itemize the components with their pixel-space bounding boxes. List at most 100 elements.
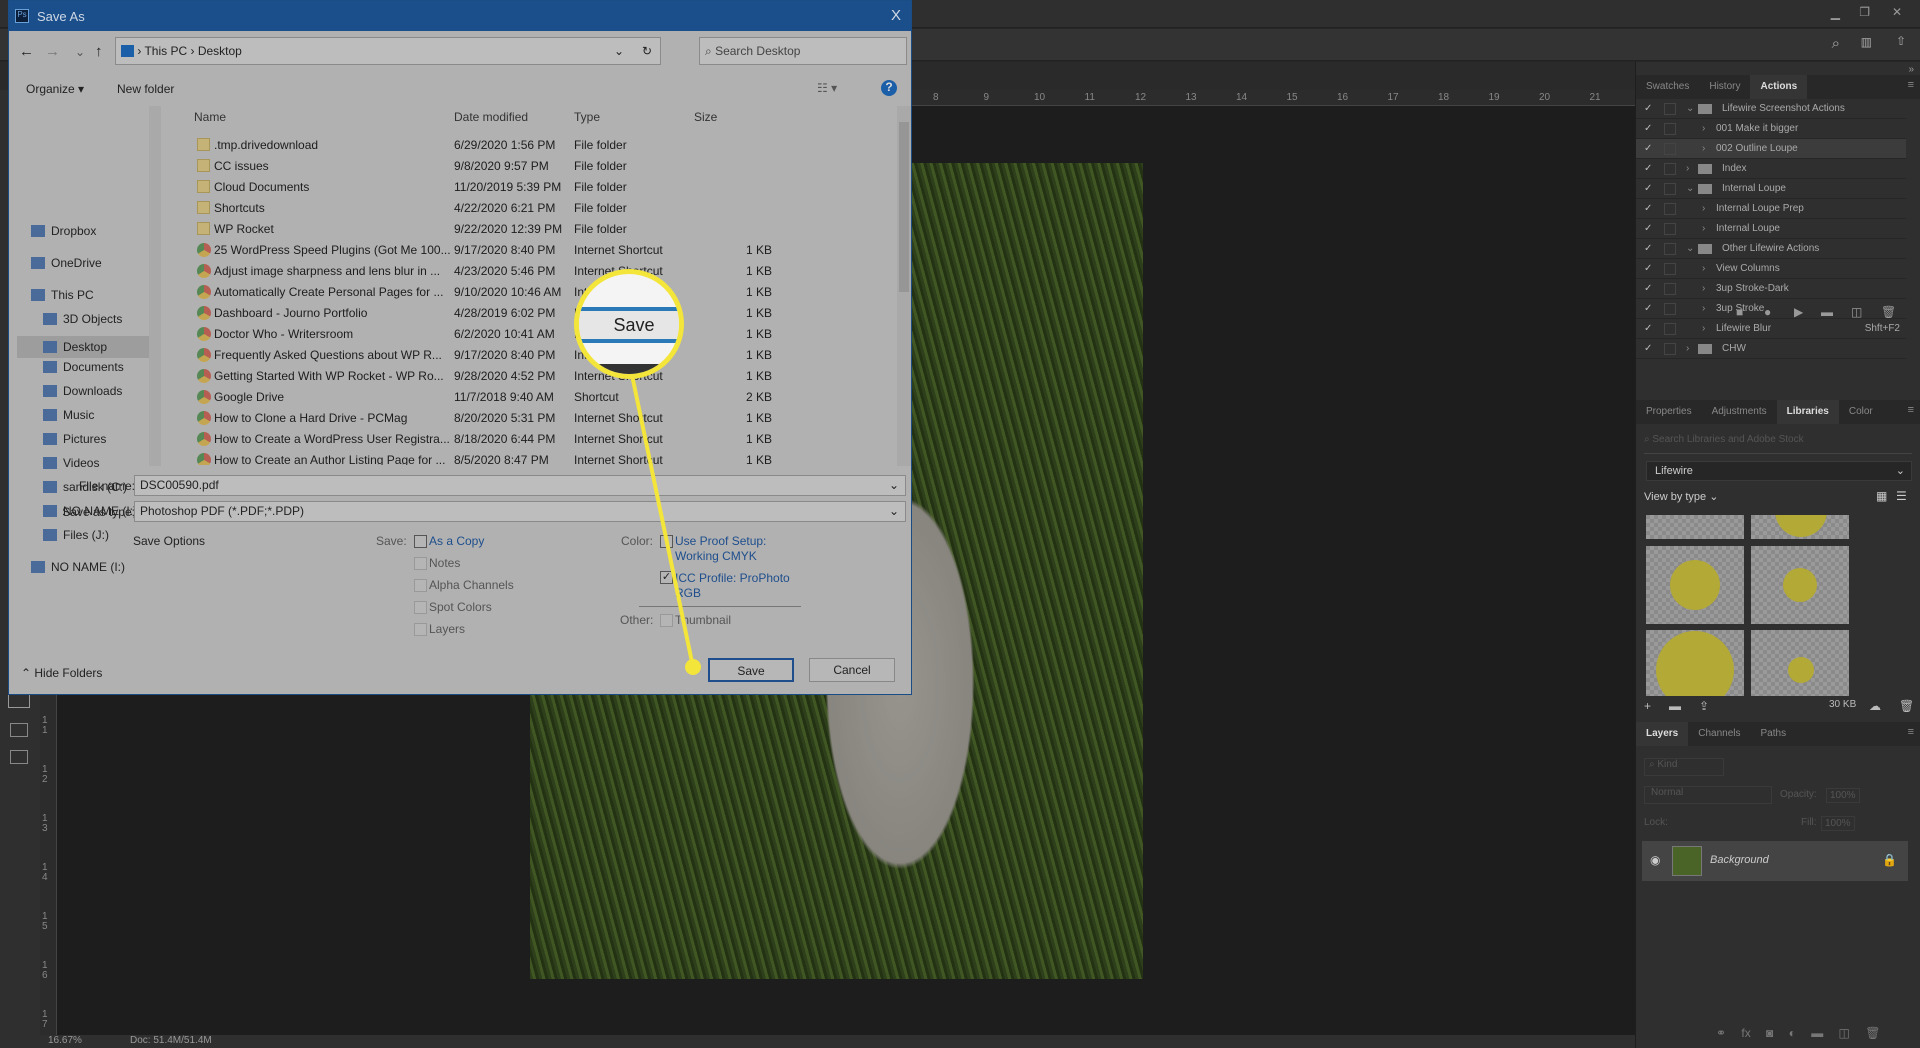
dialog-toggle[interactable] bbox=[1664, 143, 1676, 155]
collapse-panels-icon[interactable]: » bbox=[1908, 64, 1914, 75]
file-row[interactable]: Doctor Who - Writersroom 6/2/2020 10:41 A… bbox=[184, 324, 894, 345]
action-item[interactable]: ✓ › Internal Loupe bbox=[1636, 219, 1906, 239]
library-thumb[interactable] bbox=[1751, 546, 1849, 624]
tab-channels[interactable]: Channels bbox=[1688, 722, 1750, 746]
file-row[interactable]: How to Create an Author Listing Page for… bbox=[184, 450, 894, 465]
folder-icon[interactable]: ▬ bbox=[1669, 699, 1681, 713]
file-row[interactable]: 25 WordPress Speed Plugins (Got Me 100..… bbox=[184, 240, 894, 261]
library-thumb[interactable] bbox=[1751, 515, 1849, 539]
grid-view-icon[interactable]: ▦ bbox=[1876, 489, 1887, 503]
tab-history[interactable]: History bbox=[1699, 75, 1750, 99]
nav-item-files-j-[interactable]: Files (J:) bbox=[43, 528, 109, 542]
hide-folders-button[interactable]: ⌃ Hide Folders bbox=[21, 666, 102, 680]
file-row[interactable]: Google Drive 11/7/2018 9:40 AM Shortcut 2 K… bbox=[184, 387, 894, 408]
tab-color[interactable]: Color bbox=[1839, 400, 1883, 424]
delete-icon[interactable]: 🗑 bbox=[1899, 699, 1914, 713]
file-name-input[interactable]: DSC00590.pdf ⌄ bbox=[134, 475, 906, 496]
file-row[interactable]: Cloud Documents 11/20/2019 5:39 PM File fo… bbox=[184, 177, 894, 198]
file-row[interactable]: CC issues 9/8/2020 9:57 PM File folder bbox=[184, 156, 894, 177]
chevron-right-icon[interactable]: › bbox=[1702, 219, 1705, 239]
record-icon[interactable]: ● bbox=[1764, 305, 1771, 319]
file-row[interactable]: Getting Started With WP Rocket - WP Ro..… bbox=[184, 366, 894, 387]
add-icon[interactable]: + bbox=[1644, 699, 1651, 713]
nav-item-no-name-i-[interactable]: NO NAME (I:) bbox=[31, 560, 125, 574]
upload-icon[interactable]: ⇪ bbox=[1699, 699, 1709, 713]
save-option-checkbox-alpha-channels[interactable] bbox=[414, 579, 427, 592]
layers-footer-icons[interactable]: ⚭ fx ◙ ◐ ▬ ◫ 🗑 bbox=[1716, 1026, 1880, 1040]
tab-actions[interactable]: Actions bbox=[1750, 75, 1808, 99]
new-action-icon[interactable]: ◫ bbox=[1851, 305, 1862, 319]
share-icon[interactable]: ⇧ bbox=[1896, 34, 1906, 48]
icc-profile-checkbox[interactable]: ✓ bbox=[660, 571, 673, 584]
chevron-right-icon[interactable]: › bbox=[1702, 199, 1705, 219]
scrollbar-thumb[interactable] bbox=[899, 122, 909, 292]
close-app-icon[interactable]: ✕ bbox=[1892, 5, 1902, 19]
dialog-toggle[interactable] bbox=[1664, 223, 1676, 235]
zoom-level[interactable]: 16.67% bbox=[48, 1035, 82, 1046]
chevron-down-icon[interactable]: ⌄ bbox=[1686, 239, 1694, 259]
file-row[interactable]: Automatically Create Personal Pages for … bbox=[184, 282, 894, 303]
restore-icon[interactable]: ❐ bbox=[1859, 5, 1870, 19]
file-row[interactable]: Dashboard - Journo Portfolio 4/28/2019 6:… bbox=[184, 303, 894, 324]
checkmark-icon[interactable]: ✓ bbox=[1644, 239, 1652, 259]
tab-adjustments[interactable]: Adjustments bbox=[1702, 400, 1777, 424]
checkmark-icon[interactable]: ✓ bbox=[1644, 259, 1652, 279]
save-option-checkbox-layers[interactable] bbox=[414, 623, 427, 636]
dialog-toggle[interactable] bbox=[1664, 243, 1676, 255]
layer-kind-filter[interactable]: ⌕ Kind bbox=[1644, 758, 1724, 776]
stop-icon[interactable]: ■ bbox=[1736, 305, 1743, 319]
file-row[interactable]: How to Clone a Hard Drive - PCMag 8/20/20… bbox=[184, 408, 894, 429]
tab-swatches[interactable]: Swatches bbox=[1636, 75, 1699, 99]
action-set[interactable]: ✓ › CHW bbox=[1636, 339, 1906, 359]
dialog-toggle[interactable] bbox=[1664, 183, 1676, 195]
file-row[interactable]: Frequently Asked Questions about WP R...… bbox=[184, 345, 894, 366]
chevron-right-icon[interactable]: › bbox=[1686, 159, 1689, 179]
thumbnail-checkbox[interactable] bbox=[660, 614, 673, 627]
use-proof-setup-checkbox[interactable] bbox=[660, 535, 673, 548]
save-option-checkbox-notes[interactable] bbox=[414, 557, 427, 570]
search-icon[interactable]: ⌕ bbox=[1832, 35, 1840, 52]
checkmark-icon[interactable]: ✓ bbox=[1644, 339, 1652, 359]
action-set[interactable]: ✓ › Index bbox=[1636, 159, 1906, 179]
file-row[interactable]: How to Create a WordPress User Registra.… bbox=[184, 429, 894, 450]
action-item[interactable]: ✓ › View Columns bbox=[1636, 259, 1906, 279]
new-set-icon[interactable]: ▬ bbox=[1821, 305, 1833, 319]
save-option-checkbox-spot-colors[interactable] bbox=[414, 601, 427, 614]
chevron-right-icon[interactable]: › bbox=[1702, 259, 1705, 279]
quick-mask-icon[interactable] bbox=[10, 723, 28, 737]
chevron-right-icon[interactable]: › bbox=[1702, 279, 1705, 299]
save-button[interactable]: Save bbox=[708, 658, 794, 682]
library-search-input[interactable]: ⌕ Search Libraries and Adobe Stock bbox=[1644, 434, 1912, 454]
action-set[interactable]: ✓ ⌄ Lifewire Screenshot Actions bbox=[1636, 99, 1906, 119]
panel-menu-icon[interactable]: ≡ bbox=[1908, 79, 1914, 91]
action-item[interactable]: ✓ › Internal Loupe Prep bbox=[1636, 199, 1906, 219]
cancel-button[interactable]: Cancel bbox=[809, 658, 895, 682]
tab-paths[interactable]: Paths bbox=[1751, 722, 1797, 746]
panel-menu-icon[interactable]: ≡ bbox=[1908, 404, 1914, 416]
fill-input[interactable]: 100% bbox=[1821, 816, 1855, 831]
library-thumb[interactable] bbox=[1751, 630, 1849, 696]
tab-layers[interactable]: Layers bbox=[1636, 722, 1689, 746]
dialog-toggle[interactable] bbox=[1664, 123, 1676, 135]
checkmark-icon[interactable]: ✓ bbox=[1644, 139, 1652, 159]
checkmark-icon[interactable]: ✓ bbox=[1644, 119, 1652, 139]
file-row[interactable]: WP Rocket 9/22/2020 12:39 PM File folder bbox=[184, 219, 894, 240]
checkmark-icon[interactable]: ✓ bbox=[1644, 179, 1652, 199]
file-row[interactable]: Shortcuts 4/22/2020 6:21 PM File folder bbox=[184, 198, 894, 219]
layer-row-background[interactable]: ◉ Background 🔒 bbox=[1642, 841, 1908, 881]
file-row[interactable]: Adjust image sharpness and lens blur in … bbox=[184, 261, 894, 282]
file-row[interactable]: .tmp.drivedownload 6/29/2020 1:56 PM File … bbox=[184, 135, 894, 156]
checkmark-icon[interactable]: ✓ bbox=[1644, 99, 1652, 119]
dialog-toggle[interactable] bbox=[1664, 343, 1676, 355]
delete-icon[interactable]: 🗑 bbox=[1881, 305, 1896, 319]
save-option-checkbox-as-a-copy[interactable] bbox=[414, 535, 427, 548]
eye-icon[interactable]: ◉ bbox=[1650, 853, 1660, 867]
checkmark-icon[interactable]: ✓ bbox=[1644, 159, 1652, 179]
file-scrollbar[interactable] bbox=[897, 106, 911, 466]
chevron-right-icon[interactable]: › bbox=[1686, 339, 1689, 359]
dialog-toggle[interactable] bbox=[1664, 103, 1676, 115]
dialog-toggle[interactable] bbox=[1664, 263, 1676, 275]
chevron-right-icon[interactable]: › bbox=[1702, 119, 1705, 139]
action-item[interactable]: ✓ › 002 Outline Loupe bbox=[1636, 139, 1906, 159]
chevron-down-icon[interactable]: ⌄ bbox=[1686, 99, 1694, 119]
